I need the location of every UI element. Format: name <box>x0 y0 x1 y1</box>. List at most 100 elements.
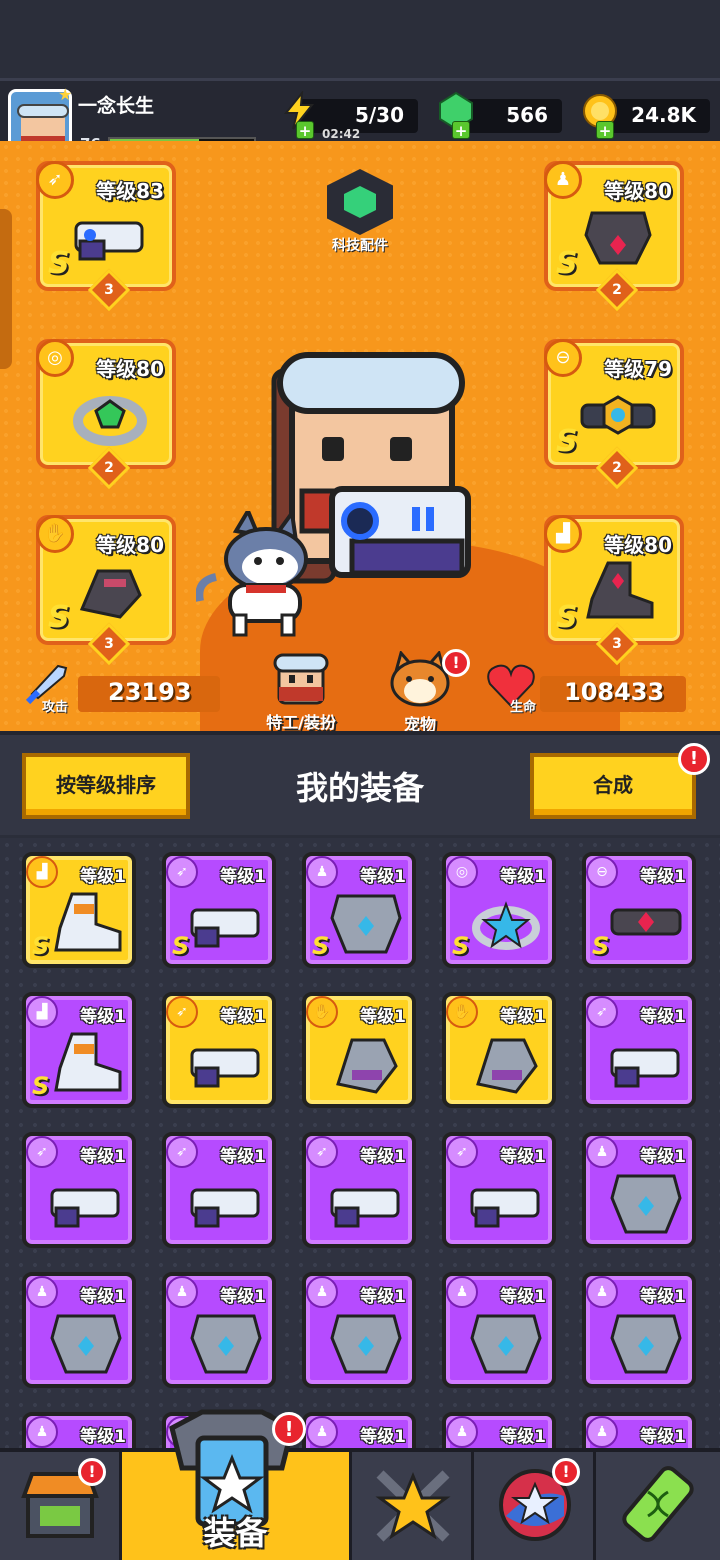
card-level: 等级1 <box>220 1007 266 1027</box>
equipment-card[interactable]: ♟ 等级1 <box>442 1412 556 1448</box>
equip-slot-ring[interactable]: ◎ 等级80 2 <box>36 339 176 490</box>
armor-type-icon: ♟ <box>586 1276 618 1308</box>
card-level: 等级1 <box>640 1147 686 1167</box>
card-level: 等级1 <box>220 1147 266 1167</box>
weapon-icon <box>74 221 144 261</box>
weapon-type-icon: ➶ <box>446 1136 478 1168</box>
ring-type-icon: ◎ <box>446 856 478 888</box>
equipment-card[interactable]: ➶ 等级1 <box>582 992 696 1108</box>
glove-type-icon: ✋ <box>446 996 478 1028</box>
equipment-card[interactable]: ◎ 等级1 S <box>442 852 556 968</box>
armor-type-icon: ♟ <box>446 1416 478 1448</box>
equipment-card[interactable]: ➶ 等级1 <box>302 1132 416 1248</box>
life-label: 生命 <box>510 700 537 715</box>
equip-slot-belt[interactable]: ⊖ 等级79 S 2 <box>544 339 684 490</box>
equipment-card[interactable]: ♟ 等级1 S <box>302 852 416 968</box>
equip-slot-weapon[interactable]: ➶ 等级83 S 3 <box>36 161 176 312</box>
card-level: 等级1 <box>500 1007 546 1027</box>
slot-star-count: 2 <box>104 460 114 476</box>
equipment-card[interactable]: ➶ 等级1 <box>22 1132 136 1248</box>
add-gem-button[interactable]: + <box>452 121 470 140</box>
weapon-icon <box>190 908 260 948</box>
equipment-card[interactable]: ✋ 等级1 <box>442 992 556 1108</box>
card-level: 等级1 <box>360 867 406 887</box>
add-energy-button[interactable]: + <box>296 121 314 140</box>
card-level: 等级1 <box>80 1007 126 1027</box>
agent-outfit-label: 特工/装扮 <box>266 713 336 731</box>
equipment-card[interactable]: ➶ 等级1 <box>442 1132 556 1248</box>
nav-events[interactable]: ! <box>474 1452 596 1560</box>
glove-icon <box>79 569 142 619</box>
card-level: 等级1 <box>360 1147 406 1167</box>
armor-type-icon: ♟ <box>306 1276 338 1308</box>
equipment-card[interactable]: ➶ 等级1 <box>162 1132 276 1248</box>
boot-type-icon: ▟ <box>26 856 58 888</box>
add-coin-button[interactable]: + <box>596 121 614 140</box>
card-rank: S <box>32 932 50 960</box>
equipment-card[interactable]: ♟ 等级1 <box>582 1132 696 1248</box>
nav-equipment[interactable]: 装备 ! <box>122 1409 352 1560</box>
tech-hex-icon <box>327 169 393 235</box>
boot-type-icon: ▟ <box>544 515 582 553</box>
shop-alert-badge: ! <box>78 1458 106 1486</box>
equipment-card[interactable]: ♟ 等级1 <box>302 1412 416 1448</box>
nav-dna[interactable] <box>596 1452 720 1560</box>
pet-alert-badge: ! <box>442 649 470 677</box>
nav-battle[interactable] <box>352 1452 474 1560</box>
weapon-type-icon: ➶ <box>586 996 618 1028</box>
armor-icon <box>50 1314 122 1374</box>
tech-parts-button[interactable]: 科技配件 <box>318 169 402 255</box>
weapon-icon <box>190 1188 260 1228</box>
card-level: 等级1 <box>360 1007 406 1027</box>
equipment-card[interactable]: ➶ 等级1 <box>162 992 276 1108</box>
equipment-card[interactable]: ⊖ 等级1 S <box>582 852 696 968</box>
nav-shop[interactable]: ! <box>0 1452 122 1560</box>
equipment-card[interactable]: ♟ 等级1 <box>302 1272 416 1388</box>
belt-type-icon: ⊖ <box>544 339 582 377</box>
belt-icon <box>580 395 656 435</box>
equipment-card[interactable]: ♟ 等级1 <box>582 1412 696 1448</box>
slot-star-count: 3 <box>612 636 622 652</box>
equipment-card[interactable]: ♟ 等级1 <box>22 1412 136 1448</box>
weapon-type-icon: ➶ <box>166 856 198 888</box>
weapon-icon <box>330 1188 400 1228</box>
card-level: 等级1 <box>500 1287 546 1307</box>
equipment-card[interactable]: ✋ 等级1 <box>302 992 416 1108</box>
equip-slot-armor[interactable]: ♟ 等级80 S 2 <box>544 161 684 312</box>
pet-cat[interactable] <box>196 511 316 641</box>
equipment-card[interactable]: ♟ 等级1 <box>162 1272 276 1388</box>
agent-outfit-button[interactable]: 特工/装扮 <box>254 651 348 731</box>
player-name: 一念长生 <box>78 95 155 117</box>
equipment-card[interactable]: ➶ 等级1 S <box>162 852 276 968</box>
weapon-type-icon: ➶ <box>26 1136 58 1168</box>
side-drawer-handle[interactable] <box>0 209 12 369</box>
armor-icon <box>610 1174 682 1234</box>
attack-label: 攻击 <box>42 700 69 715</box>
merge-button[interactable]: 合成 <box>530 753 696 819</box>
armor-type-icon: ♟ <box>586 1416 618 1448</box>
glove-icon <box>476 1038 538 1094</box>
sort-by-level-button[interactable]: 按等级排序 <box>22 753 190 819</box>
equip-slot-boot[interactable]: ▟ 等级80 S 3 <box>544 515 684 666</box>
status-area <box>0 0 720 78</box>
energy-value: 5/30 <box>354 103 404 127</box>
star-icon: ★ <box>58 85 73 104</box>
equipment-card[interactable]: ♟ 等级1 <box>22 1272 136 1388</box>
armor-type-icon: ♟ <box>586 1136 618 1168</box>
glove-icon <box>336 1038 398 1094</box>
equipment-grid: ▟ 等级1 S ➶ 等级1 S ♟ 等级1 S ◎ 等级1 S ⊖ 等级1 S ▟ 等级1 S ➶ 等级1 ✋ 等级1 ✋ 等… <box>0 838 720 1448</box>
equipment-card[interactable]: ♟ 等级1 <box>582 1272 696 1388</box>
equipment-card[interactable]: ▟ 等级1 S <box>22 992 136 1108</box>
glove-type-icon: ✋ <box>306 996 338 1028</box>
equipment-alert-badge: ! <box>272 1412 306 1446</box>
equipment-card[interactable]: ▟ 等级1 S <box>22 852 136 968</box>
boot-icon <box>54 1032 122 1092</box>
equipment-card[interactable]: ♟ 等级1 <box>442 1272 556 1388</box>
card-level: 等级1 <box>360 1287 406 1307</box>
slot-star-count: 3 <box>104 282 114 298</box>
weapon-type-icon: ➶ <box>166 996 198 1028</box>
equip-slot-glove[interactable]: ✋ 等级80 S 3 <box>36 515 176 666</box>
card-rank: S <box>172 932 190 960</box>
armor-type-icon: ♟ <box>166 1276 198 1308</box>
belt-icon <box>610 908 682 936</box>
